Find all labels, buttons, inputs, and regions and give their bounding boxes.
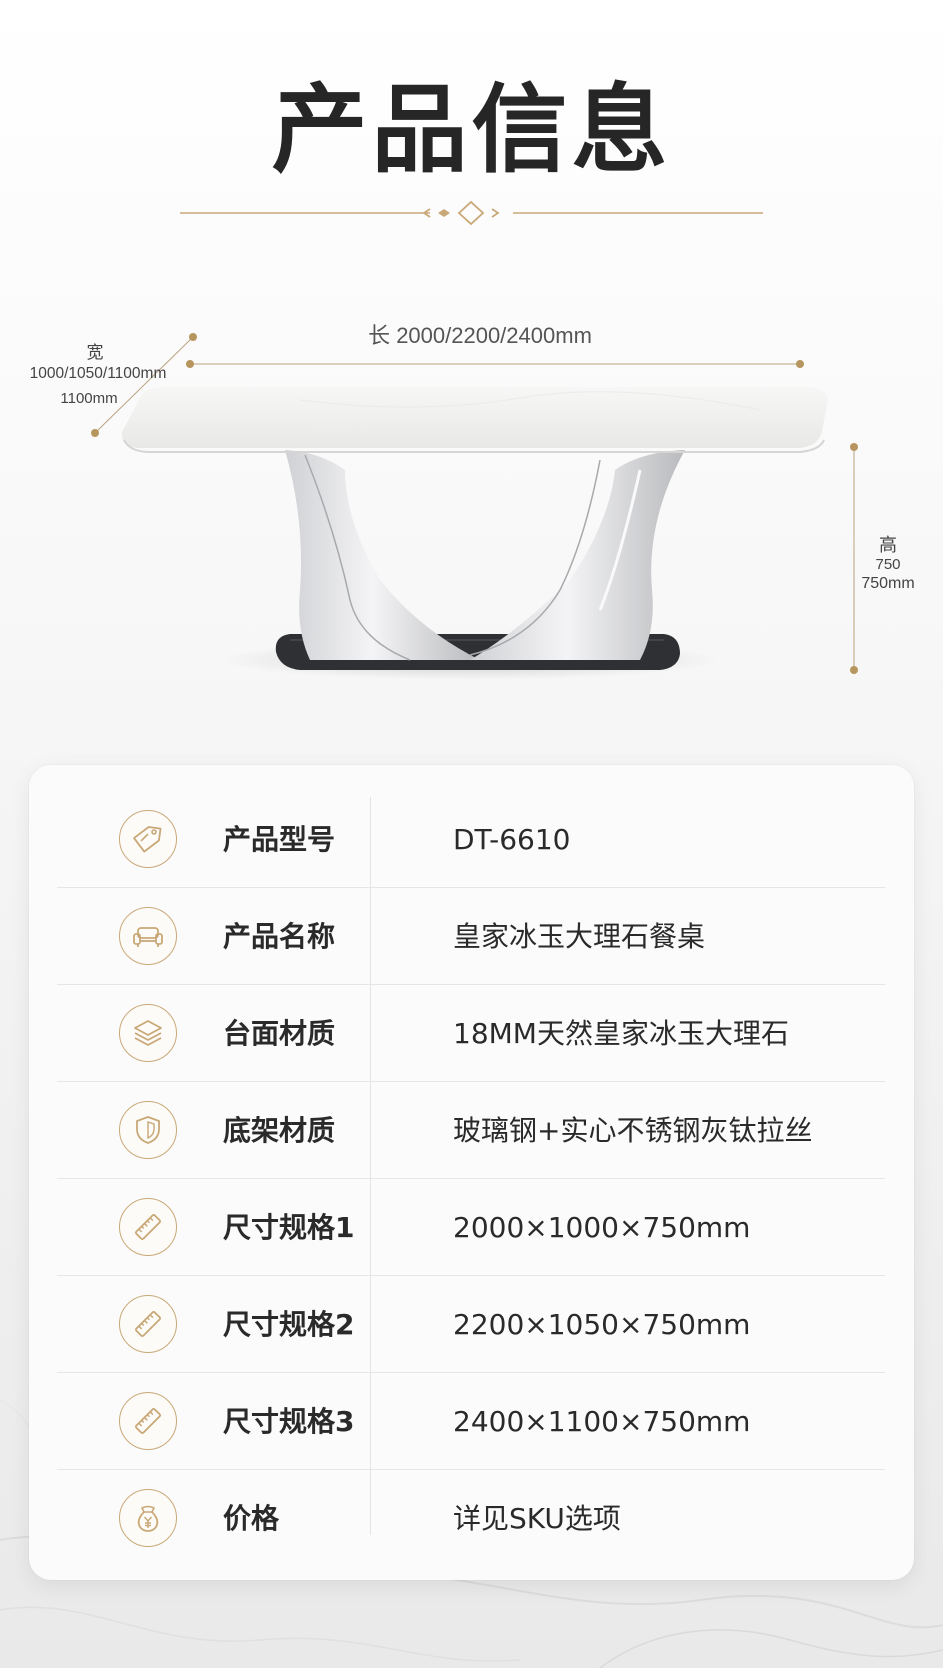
info-row-price: 价格 详见SKU选项: [57, 1470, 885, 1567]
row-label: 尺寸规格3: [223, 1405, 355, 1438]
height-dimension-value: 750: [875, 556, 901, 573]
ruler-icon: [119, 1392, 177, 1450]
product-info-card: 产品型号 DT-6610 产品名称 皇家冰玉大理石餐桌 台面材质 18MM天然皇…: [29, 765, 914, 1580]
ruler-icon: [119, 1295, 177, 1353]
row-value: 2200×1050×750mm: [453, 1308, 751, 1341]
row-value: 2400×1100×750mm: [453, 1405, 751, 1438]
width-dimension-values: 1000/1050/1100mm: [29, 365, 167, 382]
row-label: 台面材质: [223, 1017, 336, 1050]
length-dimension-label: 长 2000/2200/2400mm: [368, 323, 592, 348]
yen-icon: [119, 1489, 177, 1547]
info-row-size-1: 尺寸规格1 2000×1000×750mm: [57, 1179, 885, 1276]
info-row-name: 产品名称 皇家冰玉大理石餐桌: [57, 888, 885, 985]
info-row-frame-material: 底架材质 玻璃钢+实心不锈钢灰钛拉丝: [57, 1082, 885, 1179]
ornament-divider: [180, 200, 763, 226]
shield-icon: [119, 1101, 177, 1159]
ruler-icon: [119, 1198, 177, 1256]
info-row-top-material: 台面材质 18MM天然皇家冰玉大理石: [57, 985, 885, 1082]
info-row-size-2: 尺寸规格2 2200×1050×750mm: [57, 1276, 885, 1373]
row-label: 产品型号: [223, 823, 336, 856]
row-label: 底架材质: [223, 1114, 336, 1147]
tag-icon: [119, 810, 177, 868]
row-value: 详见SKU选项: [453, 1502, 621, 1535]
dining-table-illustration: [91, 333, 858, 680]
height-dimension-title: 高: [879, 535, 897, 555]
row-value: 皇家冰玉大理石餐桌: [453, 920, 706, 953]
row-value: 2000×1000×750mm: [453, 1211, 751, 1244]
info-row-model: 产品型号 DT-6610: [57, 791, 885, 888]
row-label: 尺寸规格2: [223, 1308, 355, 1341]
row-value: DT-6610: [453, 823, 571, 856]
info-row-size-3: 尺寸规格3 2400×1100×750mm: [57, 1373, 885, 1470]
row-value: 玻璃钢+实心不锈钢灰钛拉丝: [453, 1114, 813, 1147]
page-title: 产品信息: [271, 73, 672, 186]
row-label: 尺寸规格1: [223, 1211, 355, 1244]
row-label: 产品名称: [223, 920, 336, 953]
height-dimension-value-mm: 750mm: [861, 575, 915, 592]
row-value: 18MM天然皇家冰玉大理石: [453, 1017, 789, 1050]
width-dimension-values-secondary: 1100mm: [60, 390, 118, 407]
row-label: 价格: [223, 1502, 280, 1535]
sofa-icon: [119, 907, 177, 965]
width-dimension-title: 宽: [86, 343, 104, 362]
layers-icon: [119, 1004, 177, 1062]
